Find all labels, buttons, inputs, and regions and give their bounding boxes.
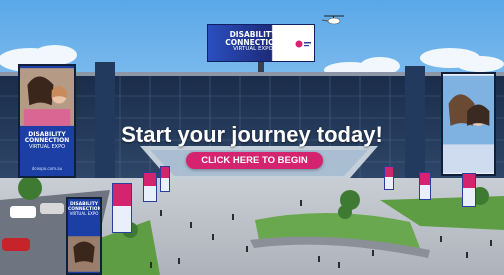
click-here-to-begin-button[interactable]: CLICK HERE TO BEGIN: [186, 152, 323, 169]
plaza-flag: [160, 166, 170, 192]
banner-photo: [68, 236, 100, 272]
bottom-left-pole-banner: DISABILITY CONNECTION VIRTUAL EXPO: [66, 197, 102, 275]
billboard-brand-line1: DISABILITY CONNECTION: [225, 30, 281, 47]
sponsor-logo-icon: [295, 40, 311, 48]
rooftop-billboard: DISABILITY CONNECTION VIRTUAL EXPO: [207, 24, 315, 62]
plaza-flag: [462, 173, 476, 207]
expo-lobby-scene: DISABILITY CONNECTION VIRTUAL EXPO DISAB…: [0, 0, 504, 275]
pole-banner-brand: DISABILITY CONNECTION VIRTUAL EXPO: [68, 202, 100, 217]
plaza-flag: [384, 166, 394, 190]
helicopter-icon: [321, 15, 344, 25]
hero-title: Start your journey today!: [121, 122, 383, 147]
left-banner-url: dcexpo.com.au: [31, 166, 63, 171]
billboard-brand-line2: VIRTUAL EXPO: [233, 45, 273, 52]
plaza-flag: [112, 183, 132, 233]
banner-photo: [20, 68, 74, 126]
pole-banner-line2: VIRTUAL EXPO: [69, 211, 99, 217]
plaza-flag: [419, 172, 431, 200]
billboard-brand: DISABILITY CONNECTION VIRTUAL EXPO: [210, 31, 296, 53]
left-building-banner: DISABILITY CONNECTION VIRTUAL EXPO dcexp…: [18, 64, 76, 178]
plaza-flag: [143, 172, 157, 202]
